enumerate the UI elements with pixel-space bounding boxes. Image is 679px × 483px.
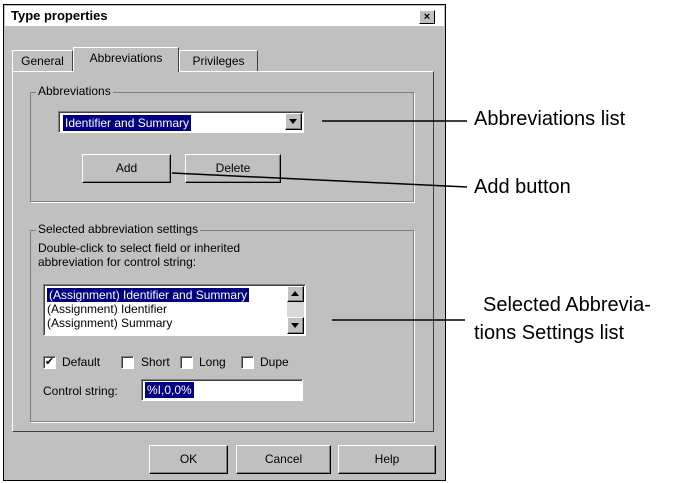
callout-selected-line-2: tions Settings list	[474, 322, 625, 344]
callout-add-button: Add button	[474, 176, 571, 198]
tab-abbreviations[interactable]: Abbreviations	[73, 47, 179, 72]
callout-line-add	[171, 172, 468, 188]
tab-abbreviations-label: Abbreviations	[89, 51, 163, 65]
callout-lines	[171, 120, 468, 321]
callout-abbreviations-list: Abbreviations list	[474, 108, 626, 130]
callout-selected-line-1: Selected Abbrevia-	[483, 294, 651, 316]
